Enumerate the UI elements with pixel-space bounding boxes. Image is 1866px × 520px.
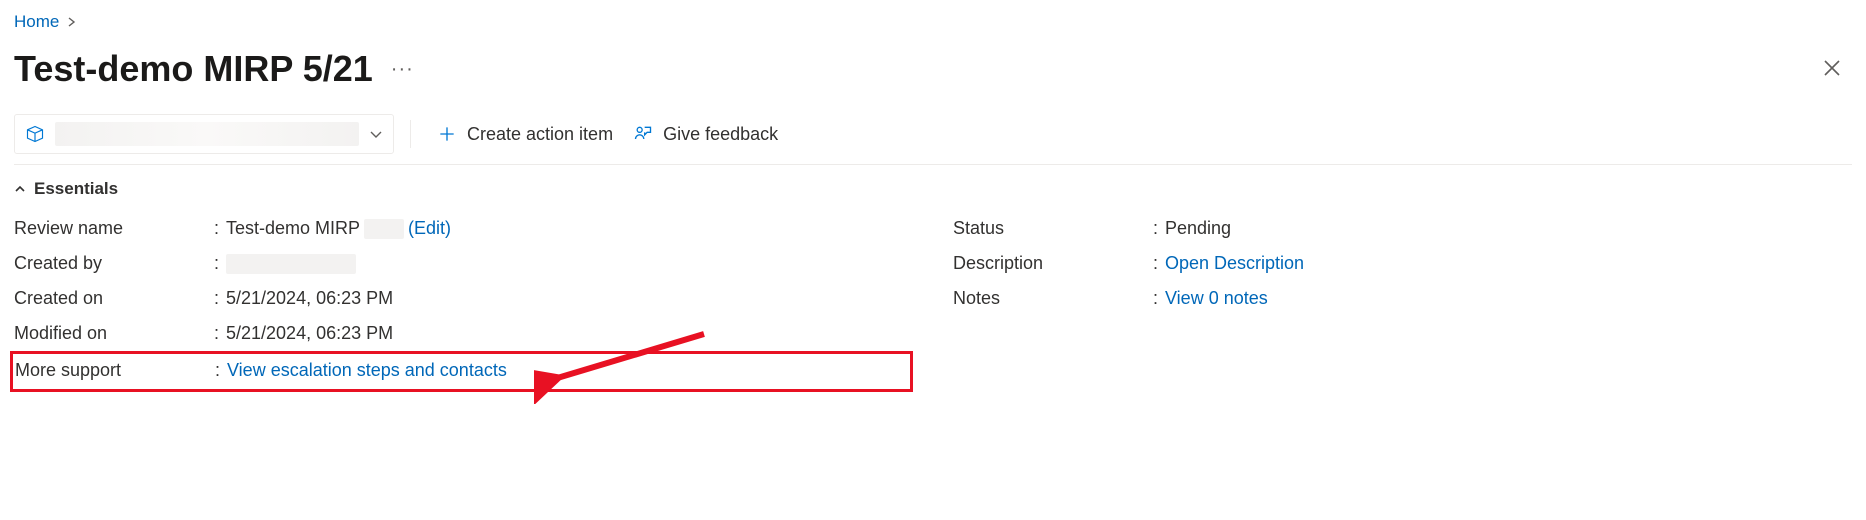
created-on-value: 5/21/2024, 06:23 PM [226,288,393,309]
prop-review-name: Review name : Test-demo MIRP (Edit) [14,211,913,246]
essentials-panel: Review name : Test-demo MIRP (Edit) Crea… [14,209,1852,394]
prop-more-support: More support : View escalation steps and… [15,356,507,385]
created-on-label: Created on [14,288,214,309]
title-row: Test-demo MIRP 5/21 ··· [14,42,1852,108]
toolbar-divider [410,120,411,148]
prop-notes: Notes : View 0 notes [953,281,1852,316]
created-by-label: Created by [14,253,214,274]
resource-name-redacted [55,122,359,146]
view-escalation-link[interactable]: View escalation steps and contacts [227,360,507,381]
edit-link[interactable]: (Edit) [408,218,451,239]
prop-modified-on: Modified on : 5/21/2024, 06:23 PM [14,316,913,351]
package-icon [25,124,45,144]
status-label: Status [953,218,1153,239]
create-action-item-button[interactable]: Create action item [427,118,623,151]
feedback-icon [633,124,653,144]
create-action-item-label: Create action item [467,124,613,145]
toolbar: Create action item Give feedback [14,108,1852,165]
review-name-label: Review name [14,218,214,239]
status-value: Pending [1165,218,1231,239]
resource-picker[interactable] [14,114,394,154]
breadcrumb: Home [14,10,1852,42]
modified-on-value: 5/21/2024, 06:23 PM [226,323,393,344]
open-description-link[interactable]: Open Description [1165,253,1304,274]
arrow-annotation-icon [534,324,714,404]
prop-created-by: Created by : [14,246,913,281]
created-by-redacted [226,254,356,274]
chevron-down-icon [369,127,383,141]
give-feedback-label: Give feedback [663,124,778,145]
prop-description: Description : Open Description [953,246,1852,281]
give-feedback-button[interactable]: Give feedback [623,118,788,151]
close-button[interactable] [1812,52,1852,86]
plus-icon [437,124,457,144]
description-label: Description [953,253,1153,274]
page-title: Test-demo MIRP 5/21 [14,48,373,90]
chevron-up-icon [14,183,26,195]
more-actions-button[interactable]: ··· [391,58,414,81]
view-notes-link[interactable]: View 0 notes [1165,288,1268,309]
modified-on-label: Modified on [14,323,214,344]
close-icon [1822,58,1842,78]
prop-created-on: Created on : 5/21/2024, 06:23 PM [14,281,913,316]
review-name-value: Test-demo MIRP [226,218,360,239]
essentials-label: Essentials [34,179,118,199]
chevron-right-icon [67,14,77,30]
prop-status: Status : Pending [953,211,1852,246]
review-name-redacted [364,219,404,239]
notes-label: Notes [953,288,1153,309]
more-support-highlight: More support : View escalation steps and… [10,351,913,392]
breadcrumb-home[interactable]: Home [14,12,59,32]
essentials-toggle[interactable]: Essentials [14,165,1852,209]
more-support-label: More support [15,360,215,381]
